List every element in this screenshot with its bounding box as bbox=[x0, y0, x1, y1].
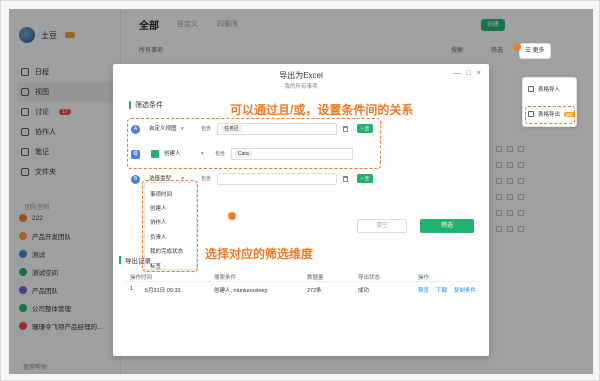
column-header: 操作时间 bbox=[130, 275, 153, 281]
row-time: 5月31日 09:33 bbox=[145, 288, 181, 294]
window-controls: — □ × bbox=[454, 70, 481, 77]
more-button[interactable]: ☰ 更多 bbox=[519, 43, 551, 59]
operator-label[interactable]: 包含 bbox=[201, 173, 211, 185]
logic-badge[interactable]: B bbox=[131, 175, 140, 184]
row-status: 成功 bbox=[358, 288, 370, 294]
column-header: 导出状态 bbox=[358, 275, 381, 281]
add-and-button[interactable]: + 且 bbox=[357, 174, 373, 183]
filter-section-title: 筛选条件 bbox=[135, 102, 163, 109]
table-divider bbox=[123, 281, 479, 282]
column-header: 数据量 bbox=[307, 275, 324, 281]
relation-annotation-text: 可以通过且/或，设置条件间的关系 bbox=[230, 103, 414, 117]
history-section-title: 导出记录 bbox=[125, 258, 151, 265]
delete-icon[interactable] bbox=[343, 176, 348, 182]
section-marker bbox=[119, 256, 121, 264]
close-icon[interactable]: × bbox=[477, 70, 481, 77]
clear-button[interactable]: 清空 bbox=[357, 219, 407, 233]
menu-item-label: 表格导入 bbox=[538, 87, 561, 93]
menu-item-import[interactable]: 表格导入 bbox=[528, 85, 560, 93]
preview-link[interactable]: 预览 bbox=[418, 286, 429, 294]
column-header: 搜索条件 bbox=[214, 275, 237, 281]
menu-item-label: 表格导出 bbox=[538, 112, 561, 118]
minimize-icon[interactable]: — bbox=[454, 70, 461, 77]
menu-item-export[interactable]: 表格导出 pro bbox=[528, 110, 575, 118]
more-menu: 表格导入 表格导出 pro bbox=[522, 77, 577, 127]
more-label: 更多 bbox=[532, 48, 545, 54]
relation-annotation-box bbox=[127, 118, 381, 169]
pro-badge: pro bbox=[564, 111, 575, 117]
highlight-dot-icon bbox=[228, 212, 236, 220]
export-icon bbox=[528, 111, 534, 117]
apply-filter-button[interactable]: 筛选 bbox=[420, 219, 474, 233]
column-header: 操作 bbox=[418, 275, 430, 281]
value-input[interactable] bbox=[217, 173, 337, 185]
row-count: 272条 bbox=[307, 288, 322, 294]
download-link[interactable]: 下载 bbox=[436, 286, 447, 294]
maximize-icon[interactable]: □ bbox=[467, 70, 471, 77]
copy-condition-link[interactable]: 复制条件 bbox=[454, 286, 476, 294]
dialog-subtitle: 我的所有事项 bbox=[284, 84, 318, 90]
highlight-dot-icon bbox=[513, 43, 521, 51]
section-marker bbox=[129, 101, 131, 109]
row-index: 1 bbox=[130, 286, 134, 292]
row-condition: 创建人: niuniunosleep bbox=[214, 288, 268, 294]
import-icon bbox=[528, 86, 534, 92]
dimension-annotation-text: 选择对应的筛选维度 bbox=[205, 247, 314, 261]
app-window: 土豆 日程 视图 讨论 17 协作人 笔记 文件夹 团队空间 222 产品开发团队… bbox=[0, 0, 600, 381]
dialog-title: 导出为Excel bbox=[279, 71, 323, 80]
